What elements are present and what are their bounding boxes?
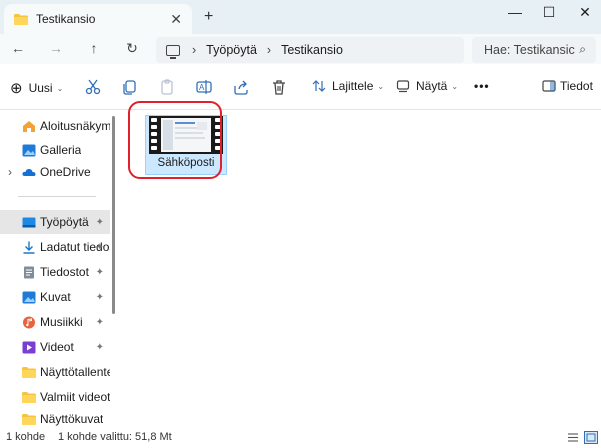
item-count: 1 kohde bbox=[6, 431, 46, 443]
pin-icon: ✦ bbox=[95, 341, 104, 353]
details-view-icon[interactable] bbox=[566, 431, 580, 444]
folder-icon bbox=[22, 366, 36, 378]
navigation-pane: Aloitusnäkymä Galleria › OneDrive Työpöy… bbox=[0, 110, 120, 428]
music-icon bbox=[23, 316, 35, 328]
sidebar-item-finished-videos[interactable]: Valmiit videot bbox=[0, 385, 110, 409]
new-label: Uusi bbox=[28, 81, 53, 95]
forward-button[interactable]: → bbox=[46, 40, 66, 56]
expand-chevron-icon[interactable]: › bbox=[8, 165, 22, 179]
sidebar-divider bbox=[18, 196, 96, 197]
sidebar-item-label: Työpöytä bbox=[40, 215, 89, 229]
search-box[interactable]: Hae: Testikansic ⌕ bbox=[472, 37, 596, 63]
view-icon bbox=[396, 80, 410, 93]
selection-info: 1 kohde valittu: 51,8 Mt bbox=[58, 431, 172, 443]
plus-circle-icon: ⊕ bbox=[10, 80, 23, 97]
sidebar-item-label: Tiedostot bbox=[40, 265, 89, 279]
pin-icon: ✦ bbox=[95, 291, 104, 303]
maximize-button[interactable]: ☐ bbox=[534, 4, 564, 21]
title-bar: Testikansio ✕ + — ☐ ✕ bbox=[0, 0, 601, 34]
sort-button[interactable]: Lajittele ⌄ bbox=[312, 79, 384, 93]
folder-icon bbox=[14, 13, 28, 25]
back-button[interactable]: ← bbox=[8, 40, 28, 56]
address-bar[interactable]: › Työpöytä › Testikansio bbox=[156, 37, 464, 63]
tiles-view-icon[interactable] bbox=[584, 431, 598, 444]
sidebar-item-label: Kuvat bbox=[40, 290, 71, 304]
download-icon bbox=[23, 241, 35, 254]
breadcrumb-separator: › bbox=[192, 43, 197, 57]
breadcrumb-item-testikansio[interactable]: Testikansio bbox=[281, 43, 343, 57]
sidebar-item-label: Videot bbox=[40, 340, 74, 354]
status-bar: 1 kohde 1 kohde valittu: 51,8 Mt bbox=[0, 428, 601, 448]
sidebar-scrollbar[interactable] bbox=[112, 116, 115, 314]
sidebar-item-home[interactable]: Aloitusnäkymä bbox=[0, 114, 110, 138]
pictures-icon bbox=[22, 291, 36, 303]
details-pane-icon bbox=[542, 80, 556, 92]
sidebar-item-pictures[interactable]: Kuvat ✦ bbox=[0, 285, 110, 309]
sidebar-item-desktop[interactable]: Työpöytä ✦ bbox=[0, 210, 110, 234]
delete-icon[interactable] bbox=[270, 78, 288, 96]
details-button[interactable]: Tiedot bbox=[542, 79, 593, 93]
close-window-button[interactable]: ✕ bbox=[570, 4, 600, 21]
breadcrumb-item-tyopoyta[interactable]: Työpöytä bbox=[206, 43, 257, 57]
sidebar-item-label: Näyttötallenteet bbox=[40, 365, 110, 379]
desktop-icon bbox=[22, 217, 36, 227]
home-icon bbox=[23, 120, 35, 132]
copy-icon[interactable] bbox=[120, 78, 138, 96]
up-button[interactable]: ↑ bbox=[84, 40, 104, 56]
sidebar-item-downloads[interactable]: Ladatut tiedos ✦ bbox=[0, 235, 110, 259]
view-button[interactable]: Näytä ⌄ bbox=[396, 79, 458, 93]
sidebar-item-label: Valmiit videot bbox=[40, 390, 110, 404]
sidebar-item-onedrive[interactable]: › OneDrive bbox=[0, 160, 110, 184]
search-input[interactable]: Hae: Testikansic bbox=[484, 43, 575, 57]
pin-icon: ✦ bbox=[95, 266, 104, 278]
new-tab-button[interactable]: + bbox=[204, 8, 213, 26]
command-bar: ⊕ Uusi ⌄ A Lajittele ⌄ Näytä ⌄ ••• Tiedo… bbox=[0, 64, 601, 110]
cloud-icon bbox=[22, 168, 36, 176]
sidebar-item-label: Näyttökuvat bbox=[40, 412, 104, 426]
refresh-button[interactable]: ↻ bbox=[122, 40, 142, 57]
chevron-down-icon: ⌄ bbox=[377, 81, 385, 91]
paste-icon[interactable] bbox=[158, 78, 176, 96]
sidebar-item-videos[interactable]: Videot ✦ bbox=[0, 335, 110, 359]
sort-icon bbox=[312, 80, 326, 92]
highlight-annotation bbox=[128, 101, 222, 179]
sidebar-item-label: OneDrive bbox=[40, 165, 91, 179]
sidebar-item-screenshots[interactable]: Näyttökuvat bbox=[0, 410, 110, 428]
tab-close-icon[interactable]: ✕ bbox=[170, 11, 182, 28]
sidebar-item-label: Musiikki bbox=[40, 315, 83, 329]
navigation-bar: ← → ↑ ↻ › Työpöytä › Testikansio Hae: Te… bbox=[0, 34, 601, 64]
folder-icon bbox=[22, 391, 36, 403]
breadcrumb-separator: › bbox=[266, 43, 272, 57]
sidebar-item-label: Aloitusnäkymä bbox=[40, 119, 110, 133]
sidebar-item-label: Galleria bbox=[40, 143, 82, 157]
new-button[interactable]: ⊕ Uusi ⌄ bbox=[10, 79, 63, 97]
sidebar-item-gallery[interactable]: Galleria bbox=[0, 138, 110, 162]
tab-title: Testikansio bbox=[36, 12, 96, 26]
computer-icon bbox=[166, 44, 180, 59]
chevron-down-icon: ⌄ bbox=[451, 81, 459, 91]
sidebar-item-documents[interactable]: Tiedostot ✦ bbox=[0, 260, 110, 284]
videos-icon bbox=[22, 341, 36, 353]
cut-icon[interactable] bbox=[84, 78, 102, 96]
pin-icon: ✦ bbox=[95, 316, 104, 328]
search-icon: ⌕ bbox=[579, 42, 586, 56]
view-label: Näytä bbox=[416, 79, 448, 93]
gallery-icon bbox=[22, 144, 36, 156]
chevron-down-icon: ⌄ bbox=[56, 83, 64, 93]
more-options-button[interactable]: ••• bbox=[474, 79, 490, 93]
sidebar-item-music[interactable]: Musiikki ✦ bbox=[0, 310, 110, 334]
documents-icon bbox=[24, 266, 34, 278]
rename-icon[interactable]: A bbox=[195, 78, 213, 96]
tab-testikansio[interactable]: Testikansio ✕ bbox=[4, 4, 192, 34]
details-label: Tiedot bbox=[560, 79, 593, 93]
folder-icon bbox=[22, 413, 36, 425]
pin-icon: ✦ bbox=[95, 216, 104, 228]
share-icon[interactable] bbox=[232, 78, 250, 96]
svg-text:A: A bbox=[199, 83, 205, 92]
sidebar-item-screen-recordings[interactable]: Näyttötallenteet bbox=[0, 360, 110, 384]
sort-label: Lajittele bbox=[332, 79, 374, 93]
pin-icon: ✦ bbox=[95, 241, 104, 253]
minimize-button[interactable]: — bbox=[500, 4, 530, 20]
